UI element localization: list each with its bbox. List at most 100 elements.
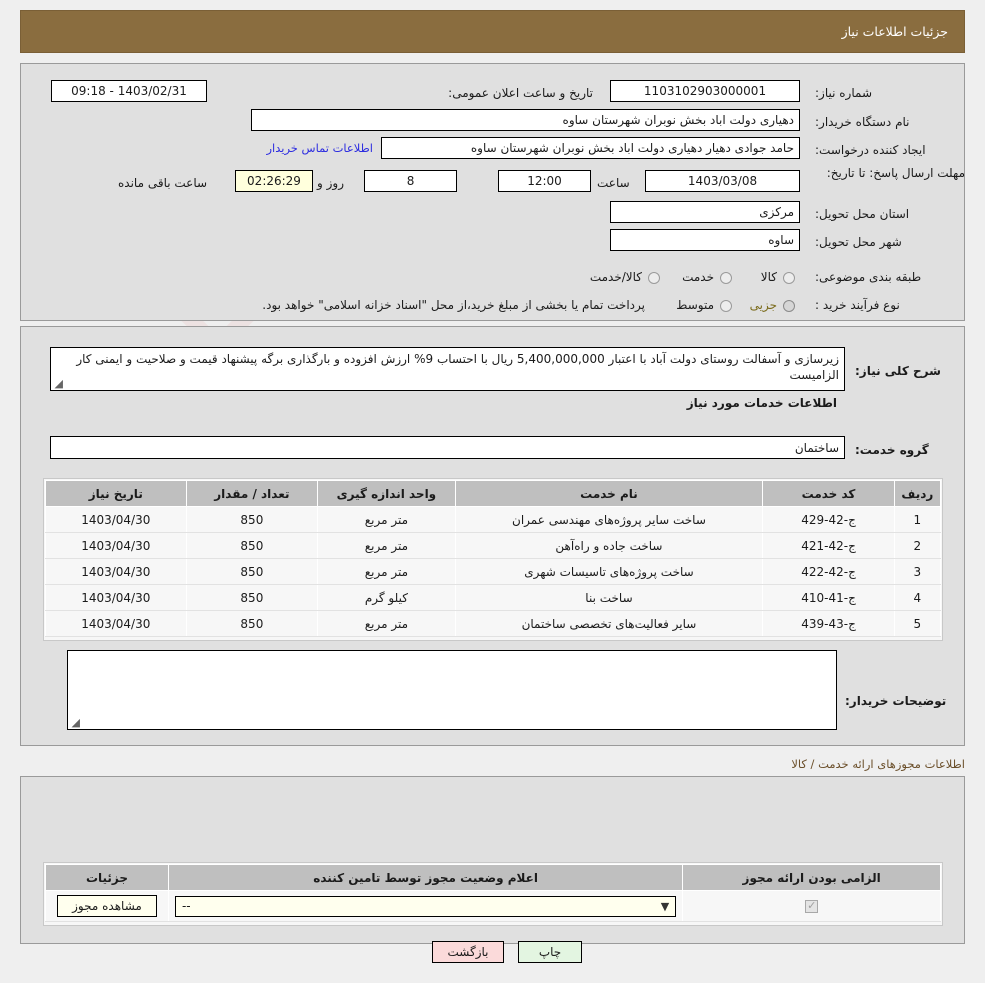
col-permit-required: الزامی بودن ارائه مجوز	[682, 864, 941, 891]
col-service-name: نام خدمت	[454, 480, 764, 507]
table-row: 5 ج-43-439 سایر فعالیت‌های تخصصی ساختمان مت…	[45, 610, 942, 637]
cell-row-number: 3	[893, 558, 942, 585]
print-button[interactable]: چاپ	[518, 941, 582, 963]
resize-handle-icon-notes[interactable]: ◢	[70, 717, 80, 728]
service-group-field[interactable]: ساختمان	[50, 436, 845, 459]
cell-unit: متر مربع	[317, 558, 456, 585]
col-row-number: ردیف	[893, 480, 942, 507]
table-row: 4 ج-41-410 ساخت بنا کیلو گرم 850 1403/04/30	[45, 584, 942, 611]
cell-quantity: 850	[185, 506, 319, 533]
radio-category-khadamat[interactable]	[720, 272, 732, 284]
cell-service-name: ساخت بنا	[454, 584, 764, 611]
col-quantity: تعداد / مقدار	[185, 480, 319, 507]
cell-unit: کیلو گرم	[317, 584, 456, 611]
page-title: جزئیات اطلاعات نیاز	[841, 24, 948, 39]
summary-label: شرح کلی نیاز:	[855, 364, 941, 378]
city-label: شهر محل تحویل:	[815, 235, 902, 249]
cell-need-date: 1403/04/30	[45, 532, 187, 559]
permit-required-cell	[682, 890, 941, 922]
buyer-notes-label: توضیحات خریدار:	[845, 694, 947, 708]
deadline-days-label: روز و	[317, 176, 344, 190]
cell-unit: متر مربع	[317, 610, 456, 637]
services-section-title: اطلاعات خدمات مورد نیاز	[686, 396, 837, 410]
permit-details-cell: مشاهده مجوز	[45, 890, 169, 922]
chevron-down-icon: ▼	[660, 899, 670, 913]
services-table-wrapper: ردیف کد خدمت نام خدمت واحد اندازه گیری ت…	[43, 478, 943, 641]
table-row: 2 ج-42-421 ساخت جاده و راه‌آهن متر مربع 850 1…	[45, 532, 942, 559]
col-unit: واحد اندازه گیری	[317, 480, 456, 507]
cell-quantity: 850	[185, 558, 319, 585]
buyer-org-field[interactable]: دهیاری دولت اباد بخش نوبران شهرستان ساوه	[251, 109, 800, 131]
cell-service-name: ساخت پروژه‌های تاسیسات شهری	[454, 558, 764, 585]
page-root: جزئیات اطلاعات نیاز AriaTender.net شماره…	[0, 0, 985, 983]
cell-service-code: ج-41-410	[762, 584, 895, 611]
requester-field[interactable]: حامد جوادی دهیار دهیاری دولت اباد بخش نو…	[381, 137, 800, 159]
province-label: استان محل تحویل:	[815, 207, 910, 221]
cell-unit: متر مربع	[317, 532, 456, 559]
permit-status-select[interactable]: ▼ --	[174, 895, 677, 917]
deadline-date-field[interactable]: 1403/03/08	[645, 170, 800, 192]
col-permit-status: اعلام وضعیت مجوز توسط تامین کننده	[167, 864, 684, 891]
cell-row-number: 4	[893, 584, 942, 611]
process-label: نوع فرآیند خرید :	[815, 298, 900, 312]
cell-need-date: 1403/04/30	[45, 558, 187, 585]
cell-service-code: ج-42-421	[762, 532, 895, 559]
col-need-date: تاریخ نیاز	[45, 480, 187, 507]
radio-process-motavaset[interactable]	[720, 300, 732, 312]
cell-service-name: سایر فعالیت‌های تخصصی ساختمان	[454, 610, 764, 637]
province-field[interactable]: مرکزی	[610, 201, 800, 223]
cell-service-name: ساخت جاده و راه‌آهن	[454, 532, 764, 559]
buyer-org-label: نام دستگاه خریدار:	[815, 115, 910, 129]
cell-service-code: ج-42-422	[762, 558, 895, 585]
cell-row-number: 1	[893, 506, 942, 533]
radio-category-both[interactable]	[648, 272, 660, 284]
cell-need-date: 1403/04/30	[45, 584, 187, 611]
countdown-field: 02:26:29	[235, 170, 313, 192]
deadline-label: مهلت ارسال پاسخ: تا تاریخ:	[826, 166, 965, 180]
cell-need-date: 1403/04/30	[45, 506, 187, 533]
col-permit-details: جزئیات	[45, 864, 169, 891]
requester-label: ایجاد کننده درخواست:	[815, 143, 926, 157]
deadline-days-field[interactable]: 8	[364, 170, 457, 192]
permits-table-header-row: الزامی بودن ارائه مجوز اعلام وضعیت مجوز …	[45, 864, 941, 891]
cell-row-number: 2	[893, 532, 942, 559]
summary-textarea[interactable]: زیرسازی و آسفالت روستای دولت آباد با اعت…	[50, 347, 845, 391]
cell-service-code: ج-43-439	[762, 610, 895, 637]
radio-category-kala[interactable]	[783, 272, 795, 284]
radio-process-motavaset-label: متوسط	[676, 298, 714, 312]
summary-text: زیرسازی و آسفالت روستای دولت آباد با اعت…	[76, 352, 839, 382]
buyer-notes-textarea[interactable]: ◢	[67, 650, 837, 730]
resize-handle-icon[interactable]: ◢	[53, 378, 63, 389]
need-number-label: شماره نیاز:	[815, 86, 872, 100]
buyer-contact-link[interactable]: اطلاعات تماس خریدار	[266, 141, 373, 155]
cell-quantity: 850	[185, 584, 319, 611]
process-note: پرداخت تمام یا بخشی از مبلغ خرید،از محل …	[262, 298, 645, 312]
deadline-hour-label: ساعت	[597, 176, 630, 190]
page-title-bar: جزئیات اطلاعات نیاز	[20, 10, 965, 53]
back-button[interactable]: بازگشت	[432, 941, 504, 963]
cell-service-code: ج-42-429	[762, 506, 895, 533]
services-table-header-row: ردیف کد خدمت نام خدمت واحد اندازه گیری ت…	[45, 480, 942, 507]
table-row: 3 ج-42-422 ساخت پروژه‌های تاسیسات شهری متر …	[45, 558, 942, 585]
deadline-hour-field[interactable]: 12:00	[498, 170, 591, 192]
cell-quantity: 850	[185, 532, 319, 559]
radio-category-kala-label: کالا	[760, 270, 777, 284]
permit-status-cell: ▼ --	[167, 890, 684, 922]
cell-unit: متر مربع	[317, 506, 456, 533]
services-table: ردیف کد خدمت نام خدمت واحد اندازه گیری ت…	[45, 480, 942, 637]
service-group-label: گروه خدمت:	[855, 443, 929, 457]
countdown-label: ساعت باقی مانده	[118, 176, 208, 190]
radio-process-jozee[interactable]	[783, 300, 795, 312]
permit-status-value: --	[181, 899, 191, 913]
col-service-code: کد خدمت	[762, 480, 895, 507]
category-label: طبقه بندی موضوعی:	[815, 270, 922, 284]
radio-category-both-label: کالا/خدمت	[589, 270, 642, 284]
public-announce-field[interactable]: 1403/02/31 - 09:18	[51, 80, 207, 102]
need-number-field[interactable]: 1103102903000001	[610, 80, 800, 102]
view-permit-button[interactable]: مشاهده مجوز	[57, 895, 157, 917]
cell-quantity: 850	[185, 610, 319, 637]
city-field[interactable]: ساوه	[610, 229, 800, 251]
permit-required-checkbox[interactable]	[805, 899, 819, 913]
public-announce-label: تاریخ و ساعت اعلان عمومی:	[448, 86, 593, 100]
cell-row-number: 5	[893, 610, 942, 637]
